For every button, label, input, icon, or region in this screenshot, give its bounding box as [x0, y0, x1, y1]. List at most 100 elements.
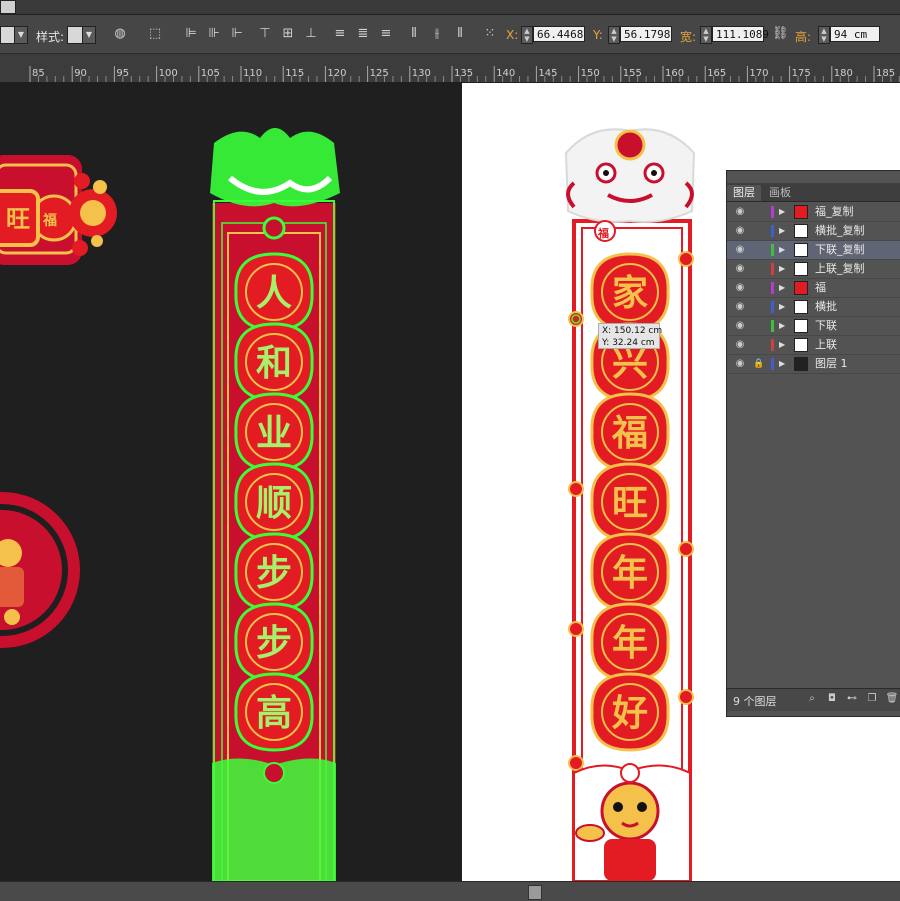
- expand-arrow-icon[interactable]: ▶: [779, 243, 789, 257]
- height-field[interactable]: 94 cm: [830, 26, 880, 42]
- couplet-cell: 步: [234, 532, 314, 612]
- expand-arrow-icon[interactable]: ▶: [779, 205, 789, 219]
- artboard-dark[interactable]: 旺 福 人和业顺步步高: [0, 83, 462, 882]
- visibility-eye-icon[interactable]: ◉: [733, 338, 747, 352]
- tooltip-y: Y: 32.24 cm: [602, 338, 655, 348]
- layer-name[interactable]: 横批: [815, 300, 837, 314]
- tab-layers[interactable]: 图层: [727, 185, 761, 201]
- style-label: 样式:: [36, 30, 65, 44]
- delete-layer-icon[interactable]: 🗑: [885, 692, 899, 706]
- visibility-eye-icon[interactable]: ◉: [733, 319, 747, 333]
- ruler-tick-label: 150: [580, 68, 600, 79]
- layer-name[interactable]: 下联_复制: [815, 243, 865, 257]
- lock-icon[interactable]: 🔒: [753, 357, 765, 371]
- layer-color-bar: [771, 225, 774, 237]
- align-bottom-icon[interactable]: ⊥: [303, 25, 319, 43]
- expand-arrow-icon[interactable]: ▶: [779, 319, 789, 333]
- clipping-mask-icon[interactable]: ◘: [825, 692, 839, 706]
- layer-thumbnail: [794, 357, 808, 371]
- ruler-tick-label: 145: [538, 68, 558, 79]
- height-label: 高:: [795, 30, 812, 44]
- couplet-cell: 人: [234, 252, 314, 332]
- visibility-eye-icon[interactable]: ◉: [733, 262, 747, 276]
- dark-artwork: 旺 福 人和业顺步步高: [0, 128, 340, 882]
- new-layer-icon[interactable]: ❐: [865, 692, 879, 706]
- visibility-eye-icon[interactable]: ◉: [733, 300, 747, 314]
- align-vcenter-icon[interactable]: ⊞: [280, 25, 296, 43]
- layer-name[interactable]: 下联: [815, 319, 837, 333]
- layer-row[interactable]: ◉ ▶ 上联_复制: [727, 260, 900, 279]
- layer-name[interactable]: 上联: [815, 338, 837, 352]
- y-field[interactable]: 56.1798: [620, 26, 672, 42]
- expand-arrow-icon[interactable]: ▶: [779, 262, 789, 276]
- layer-name[interactable]: 图层 1: [815, 357, 848, 371]
- align-hcenter-icon[interactable]: ⊪: [206, 25, 222, 43]
- couplet-char: 业: [256, 412, 292, 454]
- visibility-eye-icon[interactable]: ◉: [733, 224, 747, 238]
- x-spinner-icon[interactable]: ▲ ▼: [521, 26, 533, 44]
- layer-name[interactable]: 福_复制: [815, 205, 854, 219]
- layer-row[interactable]: ◉ ▶ 横批: [727, 298, 900, 317]
- couplet-char: 高: [256, 692, 292, 734]
- align-right-icon[interactable]: ⊩: [229, 25, 245, 43]
- layer-row[interactable]: ◉ ▶ 福: [727, 279, 900, 298]
- layer-row[interactable]: ◉ ▶ 横批_复制: [727, 222, 900, 241]
- layer-row[interactable]: ◉ ▶ 下联_复制: [727, 241, 900, 260]
- distribute-left-icon[interactable]: ⫴: [406, 25, 422, 43]
- width-spinner-icon[interactable]: ▲ ▼: [700, 26, 712, 44]
- layer-name[interactable]: 横批_复制: [815, 224, 865, 238]
- couplet-char: 年: [612, 622, 648, 664]
- expand-arrow-icon[interactable]: ▶: [779, 338, 789, 352]
- ruler-tick-label: 125: [369, 68, 389, 79]
- style-swatch[interactable]: [67, 26, 83, 44]
- width-field[interactable]: 111.1089: [712, 26, 769, 42]
- horizontal-ruler[interactable]: 85 90 95 100 105 110 115 120 125 130 135 140 145 150 1…: [0, 54, 900, 83]
- layer-row[interactable]: ◉ ▶ 下联: [727, 317, 900, 336]
- ruler-tick-label: 160: [665, 68, 685, 79]
- layer-name[interactable]: 上联_复制: [815, 262, 865, 276]
- expand-arrow-icon[interactable]: ▶: [779, 281, 789, 295]
- distribute-top-icon[interactable]: ≡: [332, 25, 348, 43]
- ruler-tick-label: 110: [243, 68, 263, 79]
- constrain-proportions-icon[interactable]: ⛓: [772, 25, 789, 43]
- layer-color-bar: [771, 320, 774, 332]
- ruler-tick-label: 165: [707, 68, 727, 79]
- visibility-eye-icon[interactable]: ◉: [733, 243, 747, 257]
- swatch-icon[interactable]: [0, 0, 16, 14]
- align-left-icon[interactable]: ⊫: [183, 25, 199, 43]
- layer-row[interactable]: ◉ ▶ 上联: [727, 336, 900, 355]
- visibility-eye-icon[interactable]: ◉: [733, 281, 747, 295]
- x-field[interactable]: 66.4468: [533, 26, 585, 42]
- style-dropdown-icon[interactable]: ▼: [82, 26, 96, 44]
- recolor-icon[interactable]: ◍: [112, 25, 128, 43]
- layer-list: ◉ ▶ 福_复制 ◉ ▶ 横批_复制 ◉ ▶ 下联_复制 ◉ ▶ 上联_复制 ◉ ▶ 福 ◉ ▶ 横批 ◉ ▶ 下联 ◉ ▶…: [727, 203, 900, 374]
- locate-object-icon[interactable]: ⌕: [805, 692, 819, 706]
- layer-row[interactable]: ◉ 🔒 ▶ 图层 1: [727, 355, 900, 374]
- expand-arrow-icon[interactable]: ▶: [779, 224, 789, 238]
- couplet-cell: 高: [234, 672, 314, 752]
- layer-thumbnail: [794, 338, 808, 352]
- expand-arrow-icon[interactable]: ▶: [779, 357, 789, 371]
- distribute-right-icon[interactable]: ⫴: [452, 25, 468, 43]
- layer-name[interactable]: 福: [815, 281, 826, 295]
- visibility-eye-icon[interactable]: ◉: [733, 205, 747, 219]
- tab-artboards[interactable]: 画板: [763, 185, 797, 201]
- distribute-hcenter-icon[interactable]: ⫲: [429, 25, 445, 43]
- align-top-icon[interactable]: ⊤: [257, 25, 273, 43]
- fill-dropdown-icon[interactable]: ▼: [14, 26, 28, 44]
- couplet-cell: 福: [590, 392, 670, 472]
- ruler-tick-label: 140: [496, 68, 516, 79]
- ruler-tick-label: 115: [285, 68, 305, 79]
- new-sublayer-icon[interactable]: ⊷: [845, 692, 859, 706]
- scrollbar-thumb[interactable]: [528, 885, 542, 900]
- reference-point-icon[interactable]: ⁙: [482, 25, 498, 43]
- height-spinner-icon[interactable]: ▲ ▼: [818, 26, 830, 44]
- layer-row[interactable]: ◉ ▶ 福_复制: [727, 203, 900, 222]
- y-spinner-icon[interactable]: ▲ ▼: [608, 26, 620, 44]
- distribute-bottom-icon[interactable]: ≡: [378, 25, 394, 43]
- expand-arrow-icon[interactable]: ▶: [779, 300, 789, 314]
- align-to-icon[interactable]: ⬚: [147, 25, 163, 43]
- horizontal-scrollbar[interactable]: [0, 881, 900, 901]
- visibility-eye-icon[interactable]: ◉: [733, 357, 747, 371]
- distribute-vcenter-icon[interactable]: ≣: [355, 25, 371, 43]
